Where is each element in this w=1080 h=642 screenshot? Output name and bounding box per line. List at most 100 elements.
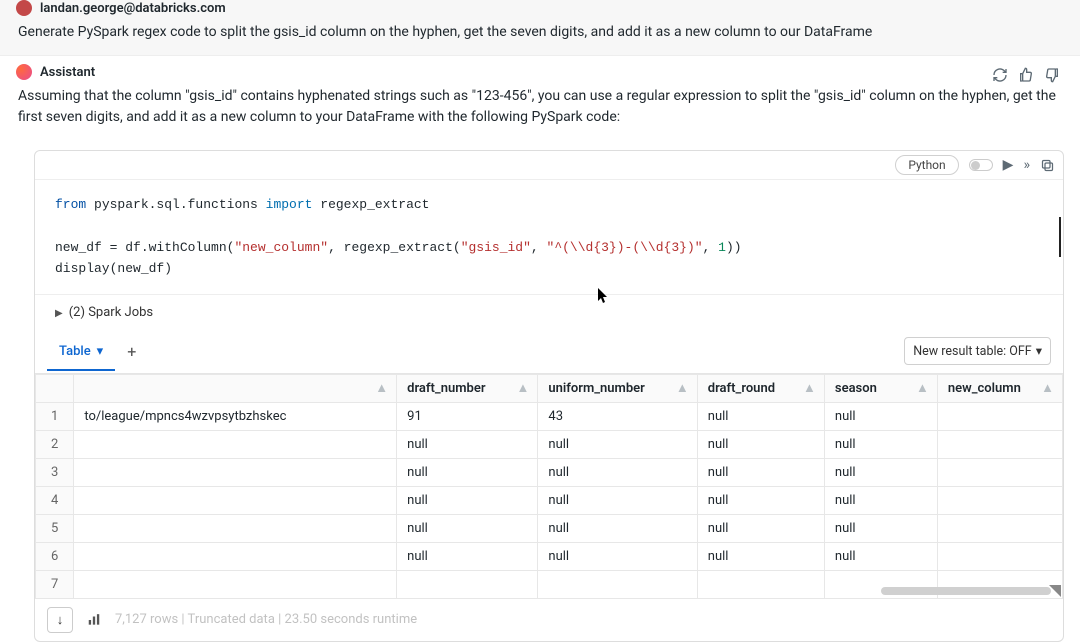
col-season[interactable]: season ▲	[824, 374, 937, 402]
cell	[538, 570, 697, 598]
cell: null	[538, 430, 697, 458]
code-l2c: , regexp_extract(	[328, 240, 461, 255]
table-row[interactable]: 3nullnullnullnull	[36, 458, 1063, 486]
cell: null	[697, 402, 824, 430]
cell: null	[397, 458, 538, 486]
col-draft-round[interactable]: draft_round▲	[697, 374, 824, 402]
table-row[interactable]: 1to/league/mpncs4wzvpsytbzhskec9143nulln…	[36, 402, 1063, 430]
cell	[937, 542, 1062, 570]
code-editor[interactable]: from pyspark.sql.functions import regexp…	[35, 180, 1063, 295]
cell: null	[538, 542, 697, 570]
code-l2i: ))	[726, 240, 742, 255]
result-table-wrap: ▲ draft_number ▲ uniform_number▲ draft_ro…	[35, 374, 1063, 599]
bar-chart-icon[interactable]	[87, 613, 101, 627]
rownum: 5	[36, 514, 74, 542]
cell: null	[697, 514, 824, 542]
spark-jobs-label: (2) Spark Jobs	[69, 305, 153, 320]
run-cell-icon[interactable]: ▶	[1003, 157, 1014, 173]
cell: null	[824, 514, 937, 542]
table-row[interactable]: 4nullnullnullnull	[36, 486, 1063, 514]
col-uniform-number[interactable]: uniform_number▲	[538, 374, 697, 402]
cell	[937, 486, 1062, 514]
assistant-actions	[992, 67, 1060, 83]
cell: null	[697, 486, 824, 514]
sort-icon: ▲	[916, 380, 929, 396]
tab-table-label: Table	[59, 344, 91, 359]
cell	[937, 402, 1062, 430]
cell	[74, 458, 397, 486]
user-header: landan.george@databricks.com	[16, 0, 1064, 16]
resize-handle-icon[interactable]	[1049, 585, 1061, 597]
cell	[937, 430, 1062, 458]
tab-table[interactable]: Table ▾	[47, 332, 115, 371]
assistant-header: Assistant	[16, 64, 95, 80]
rownum: 6	[36, 542, 74, 570]
col-unknown[interactable]: ▲	[74, 374, 397, 402]
language-selector[interactable]: Python	[895, 155, 958, 175]
cell: null	[397, 542, 538, 570]
horizontal-scrollbar[interactable]	[881, 587, 1051, 595]
cell	[74, 514, 397, 542]
cell: to/league/mpncs4wzvpsytbzhskec	[74, 402, 397, 430]
col-season-label: season	[835, 381, 877, 396]
sort-icon: ▲	[676, 380, 689, 396]
cell	[74, 570, 397, 598]
cell	[74, 430, 397, 458]
chevron-down-icon: ▾	[97, 344, 104, 359]
col-rownum[interactable]	[36, 374, 74, 402]
table-header-row: ▲ draft_number ▲ uniform_number▲ draft_ro…	[36, 374, 1063, 402]
cell: null	[538, 514, 697, 542]
code-kw-import: import	[266, 197, 313, 212]
cell	[74, 486, 397, 514]
add-tab-button[interactable]: +	[115, 330, 148, 373]
sort-icon: ▲	[517, 380, 530, 396]
sort-icon: ▲	[803, 380, 816, 396]
thumbs-down-icon[interactable]	[1044, 67, 1060, 83]
user-message: landan.george@databricks.com Generate Py…	[0, 0, 1080, 56]
table-row[interactable]: 6nullnullnullnull	[36, 542, 1063, 570]
result-table-toggle[interactable]: New result table: OFF ▾	[904, 337, 1051, 365]
cell: null	[824, 430, 937, 458]
rownum: 2	[36, 430, 74, 458]
cell: null	[697, 542, 824, 570]
table-row[interactable]: 5nullnullnullnull	[36, 514, 1063, 542]
thumbs-up-icon[interactable]	[1018, 67, 1034, 83]
result-footer: ↓ 7,127 rows | Truncated data | 23.50 se…	[35, 599, 1063, 641]
code-num: 1	[718, 240, 726, 255]
spark-jobs-row[interactable]: ▶(2) Spark Jobs	[35, 295, 1063, 330]
rownum: 1	[36, 402, 74, 430]
cell	[937, 458, 1062, 486]
col-new-column[interactable]: new_column▲	[937, 374, 1062, 402]
copy-cell-icon[interactable]	[1040, 158, 1055, 173]
rownum: 4	[36, 486, 74, 514]
col-draft-number[interactable]: draft_number ▲	[397, 374, 538, 402]
cell-toolbar: Python ▶ »	[35, 151, 1063, 180]
expand-icon[interactable]: »	[1023, 157, 1030, 173]
cell: null	[397, 430, 538, 458]
code-str3: "^(\\d{3})-(\\d{3})"	[547, 240, 703, 255]
vscroll-indicator[interactable]	[1059, 217, 1061, 257]
connect-toggle[interactable]	[969, 159, 993, 171]
cell: 43	[538, 402, 697, 430]
user-avatar	[16, 0, 32, 16]
cell: null	[697, 430, 824, 458]
code-fn: regexp_extract	[312, 197, 429, 212]
cell: null	[824, 542, 937, 570]
col-new-column-label: new_column	[948, 381, 1021, 396]
regenerate-icon[interactable]	[992, 67, 1008, 83]
cell: null	[397, 514, 538, 542]
result-table: ▲ draft_number ▲ uniform_number▲ draft_ro…	[35, 374, 1063, 599]
cell	[74, 542, 397, 570]
assistant-message: Assistant Assuming that the column "gsis…	[0, 56, 1080, 136]
chevron-down-icon: ▾	[1036, 343, 1042, 359]
result-tabbar: Table ▾ + New result table: OFF ▾	[35, 330, 1063, 374]
cell: null	[538, 458, 697, 486]
result-toggle-label: New result table: OFF	[913, 344, 1031, 359]
download-icon: ↓	[57, 612, 64, 628]
code-l2e: ,	[531, 240, 547, 255]
user-email: landan.george@databricks.com	[40, 1, 226, 16]
download-button[interactable]: ↓	[47, 607, 73, 633]
col-draft-number-label: draft_number	[407, 381, 485, 396]
cell	[937, 514, 1062, 542]
table-row[interactable]: 2nullnullnullnull	[36, 430, 1063, 458]
